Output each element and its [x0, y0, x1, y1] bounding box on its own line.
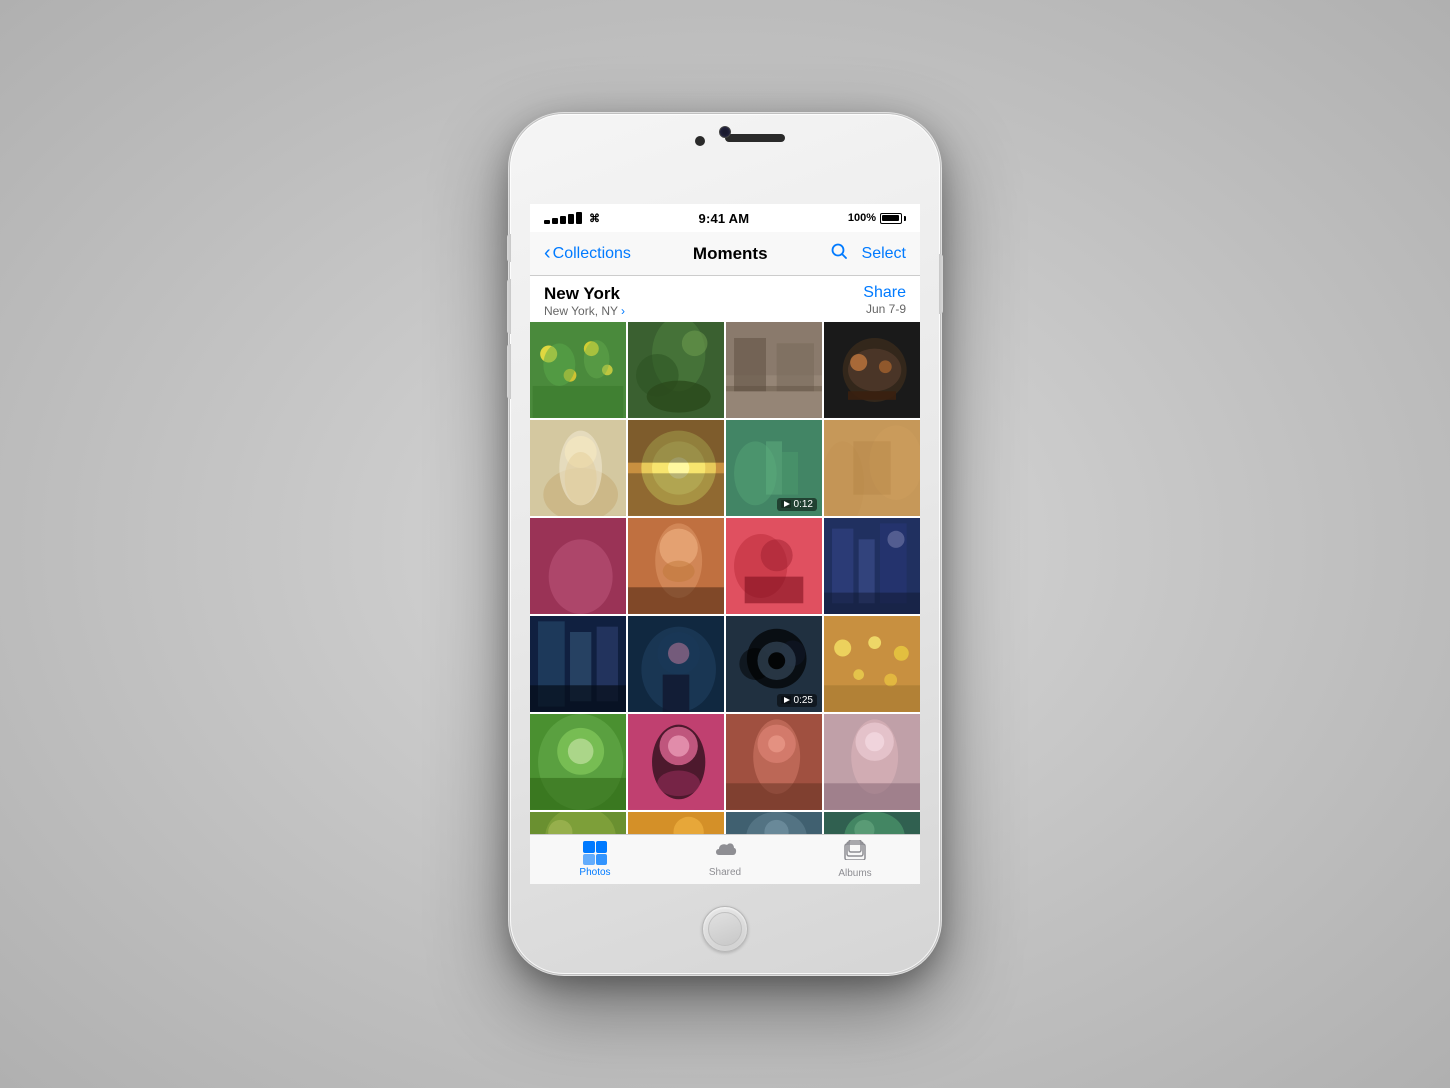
battery-icon	[880, 213, 906, 224]
back-label: Collections	[553, 245, 631, 263]
battery-fill	[882, 215, 899, 221]
power-button[interactable]	[939, 254, 943, 314]
photo-cell-16[interactable]	[824, 616, 920, 712]
photo-cell-14[interactable]	[628, 616, 724, 712]
tab-shared-label: Shared	[709, 867, 741, 878]
nav-actions: Select	[830, 242, 906, 265]
camera-lens	[719, 126, 731, 138]
photo-cell-17[interactable]	[530, 714, 626, 810]
photos-icon-sq-4	[596, 854, 608, 866]
photo-cell-5[interactable]	[530, 420, 626, 516]
tab-albums[interactable]: Albums	[790, 835, 920, 884]
back-button[interactable]: ‹ Collections	[544, 244, 631, 263]
signal-bars	[544, 212, 582, 224]
video-badge-7: 0:12	[777, 498, 817, 511]
volume-down-button[interactable]	[507, 344, 511, 399]
photo-cell-18[interactable]	[628, 714, 724, 810]
signal-bar-2	[552, 218, 558, 224]
photo-cell-12[interactable]	[824, 518, 920, 614]
front-camera	[695, 136, 705, 146]
tab-photos[interactable]: Photos	[530, 835, 660, 884]
signal-bar-1	[544, 220, 550, 224]
chevron-right-icon: ›	[621, 304, 625, 318]
photo-row-2: 0:12	[530, 420, 920, 516]
photos-icon-sq-3	[583, 854, 595, 866]
photo-cell-15[interactable]: 0:25	[726, 616, 822, 712]
home-button-inner	[708, 912, 742, 946]
photo-cell-6[interactable]	[628, 420, 724, 516]
select-button[interactable]: Select	[862, 245, 906, 263]
photos-icon-sq-2	[596, 841, 608, 853]
phone-frame: ⌘ 9:41 AM 100% ‹ Collections Moments	[510, 114, 940, 974]
photo-cell-9[interactable]	[530, 518, 626, 614]
moment-header: New York New York, NY › Share Jun 7-9	[530, 276, 920, 322]
photo-cell-2[interactable]	[628, 322, 724, 418]
photo-row-6	[530, 812, 920, 834]
status-bar: ⌘ 9:41 AM 100%	[530, 204, 920, 232]
photo-cell-19[interactable]	[726, 714, 822, 810]
battery-body	[880, 213, 902, 224]
wifi-icon: ⌘	[589, 212, 600, 225]
photo-cell-21[interactable]	[530, 812, 626, 834]
video-duration-7: 0:12	[794, 499, 813, 510]
back-chevron-icon: ‹	[544, 243, 551, 263]
video-duration-15: 0:25	[794, 695, 813, 706]
tab-photos-label: Photos	[579, 867, 610, 878]
photo-cell-8[interactable]	[824, 420, 920, 516]
moment-location-detail: New York, NY ›	[544, 304, 625, 318]
navigation-bar: ‹ Collections Moments Select	[530, 232, 920, 276]
moment-city: New York	[544, 284, 625, 304]
tab-shared[interactable]: Shared	[660, 835, 790, 884]
phone-screen: ⌘ 9:41 AM 100% ‹ Collections Moments	[530, 204, 920, 884]
phone-bottom-hardware	[510, 884, 940, 974]
photo-cell-3[interactable]	[726, 322, 822, 418]
photo-cell-20[interactable]	[824, 714, 920, 810]
tab-albums-label: Albums	[838, 868, 871, 879]
photo-cell-7[interactable]: 0:12	[726, 420, 822, 516]
video-badge-15: 0:25	[777, 694, 817, 707]
photo-cell-4[interactable]	[824, 322, 920, 418]
photo-row-1	[530, 322, 920, 418]
battery-tip	[904, 216, 906, 221]
signal-bar-3	[560, 216, 566, 224]
photo-cell-1[interactable]	[530, 322, 626, 418]
tab-bar: Photos Shared Albums	[530, 834, 920, 884]
shared-tab-icon	[713, 841, 737, 865]
status-time: 9:41 AM	[699, 211, 750, 226]
photo-cell-10[interactable]	[628, 518, 724, 614]
moment-location-text: New York, NY	[544, 304, 618, 318]
earpiece-speaker	[725, 134, 785, 142]
home-button[interactable]	[702, 906, 748, 952]
photos-tab-icon	[583, 841, 607, 865]
volume-up-button[interactable]	[507, 279, 511, 334]
mute-switch[interactable]	[507, 234, 511, 262]
photo-cell-13[interactable]	[530, 616, 626, 712]
signal-area: ⌘	[544, 212, 600, 225]
battery-percentage: 100%	[848, 212, 876, 224]
signal-bar-4	[568, 214, 574, 224]
photo-cell-11[interactable]	[726, 518, 822, 614]
photo-cell-22[interactable]	[628, 812, 724, 834]
moment-location: New York New York, NY ›	[544, 284, 625, 318]
share-button[interactable]: Share	[863, 284, 906, 302]
photos-icon-sq-1	[583, 841, 595, 853]
status-right: 100%	[848, 212, 906, 224]
photo-row-3	[530, 518, 920, 614]
albums-tab-icon	[843, 840, 867, 866]
search-icon[interactable]	[830, 242, 848, 265]
photo-cell-24[interactable]	[824, 812, 920, 834]
photo-row-4: 0:25	[530, 616, 920, 712]
phone-top-hardware	[510, 114, 940, 204]
page-title: Moments	[693, 244, 768, 264]
moment-right: Share Jun 7-9	[863, 284, 906, 316]
photo-cell-23[interactable]	[726, 812, 822, 834]
photo-grid: 0:12	[530, 322, 920, 834]
signal-bar-5	[576, 212, 582, 224]
moment-date: Jun 7-9	[866, 302, 906, 316]
photo-row-5	[530, 714, 920, 810]
